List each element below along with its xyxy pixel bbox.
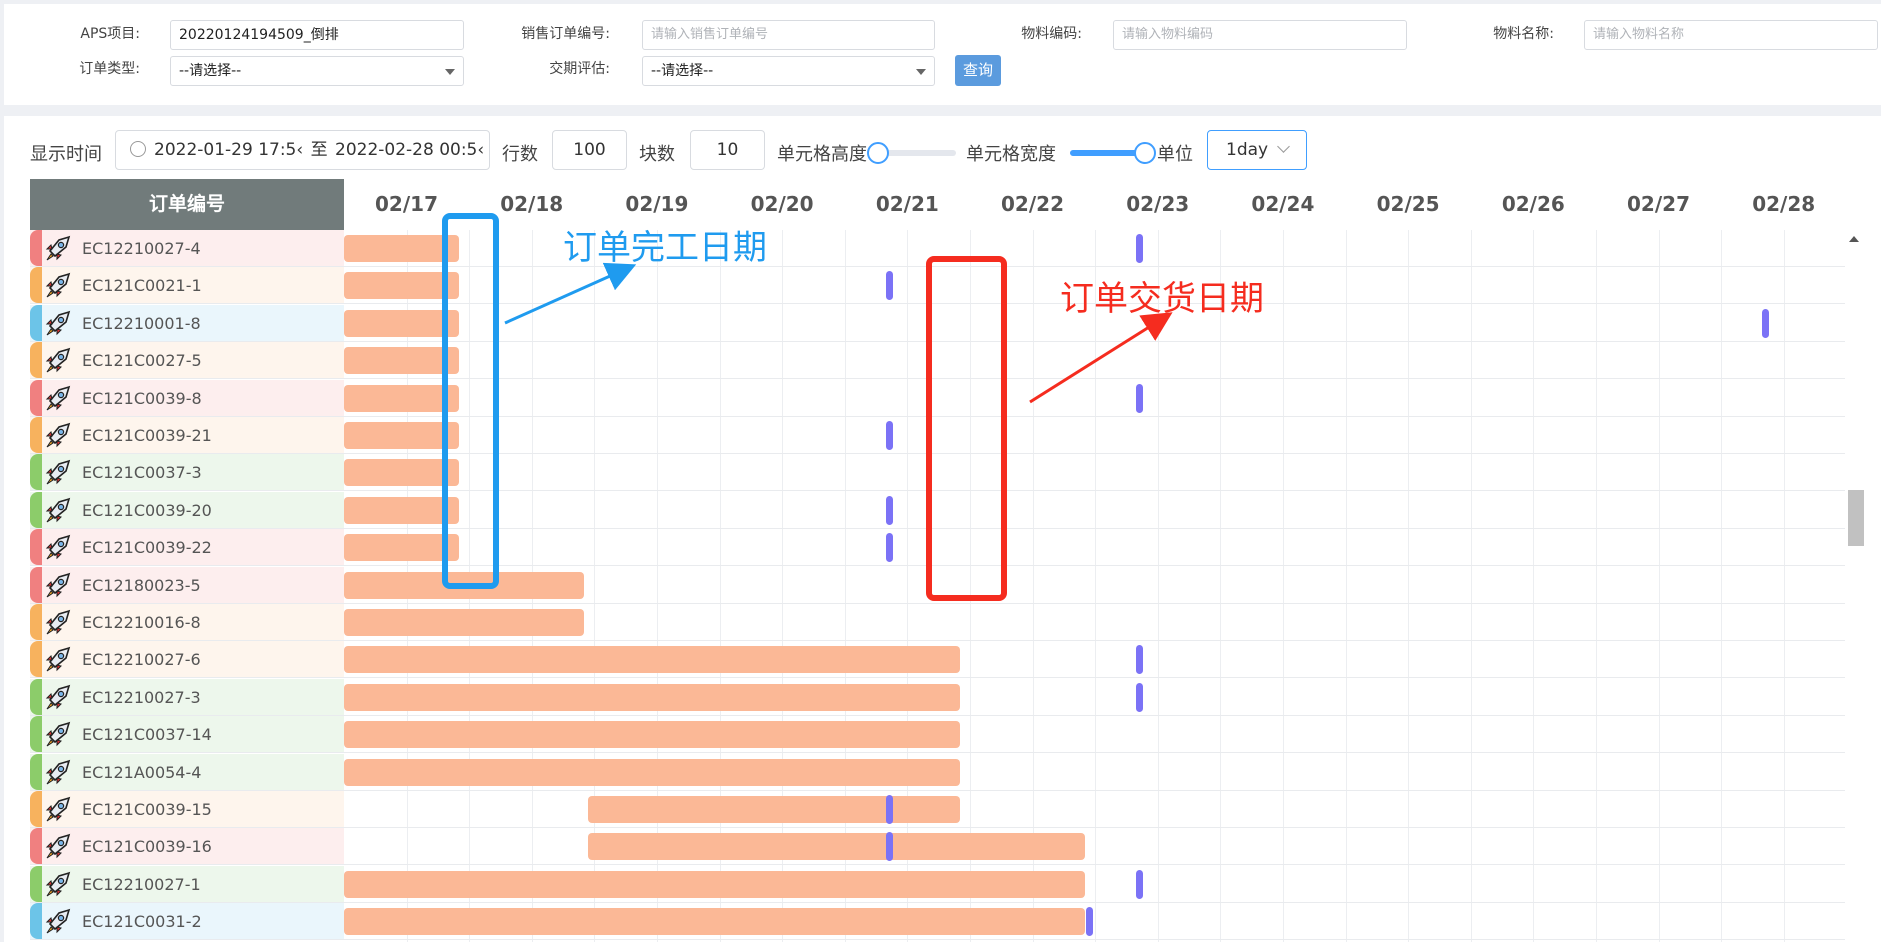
completion-arrow <box>504 262 637 325</box>
delivery-date-annotation: 订单交货日期 <box>1060 279 1264 319</box>
completion-date-annotation: 订单完工日期 <box>563 228 767 268</box>
annotation-arrows <box>504 262 1173 404</box>
delivery-arrow <box>1029 312 1173 404</box>
